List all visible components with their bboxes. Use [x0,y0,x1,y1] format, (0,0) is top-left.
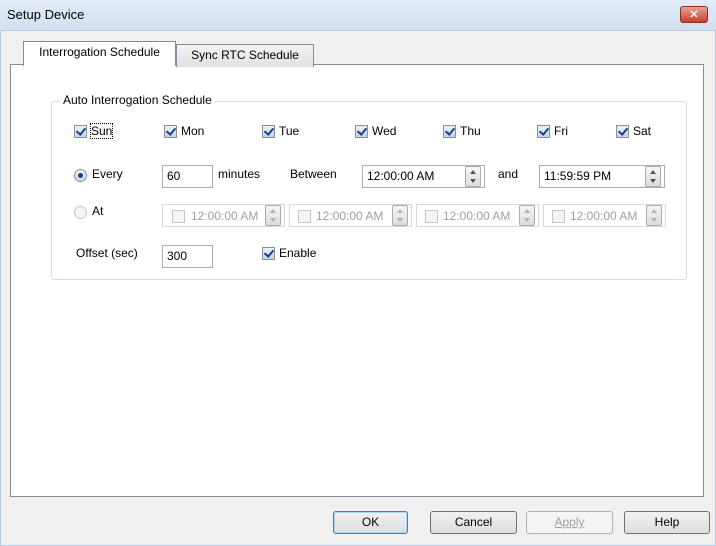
thu-checkbox[interactable] [443,125,456,138]
sun-checkbox[interactable] [74,125,87,138]
ok-button[interactable]: OK [333,511,408,534]
wed-checkbox[interactable] [355,125,368,138]
offset-label: Offset (sec) [76,246,138,260]
at-time-1-value: 12:00:00 AM [191,209,259,223]
interval-minutes-input[interactable]: 60 [162,165,213,188]
at-radio[interactable] [74,206,87,219]
at-time-1-checkbox[interactable] [172,210,185,223]
enable-checkbox[interactable] [262,247,275,260]
at-time-4-checkbox[interactable] [552,210,565,223]
every-radio[interactable] [74,169,87,182]
thu-label[interactable]: Thu [460,124,481,138]
tab-sync-rtc-schedule[interactable]: Sync RTC Schedule [176,44,314,67]
tue-label[interactable]: Tue [279,124,299,138]
at-time-3-checkbox[interactable] [425,210,438,223]
at-time-3-spinner[interactable] [519,205,535,226]
sat-checkbox[interactable] [616,125,629,138]
at-time-3-value: 12:00:00 AM [443,209,511,223]
start-time-spinner[interactable] [465,166,481,187]
title-bar: Setup Device ✕ [0,0,716,31]
window-title: Setup Device [7,7,85,22]
at-time-4-spinner[interactable] [646,205,662,226]
every-label[interactable]: Every [92,167,123,181]
cancel-button[interactable]: Cancel [430,511,517,534]
apply-label: Apply [554,515,585,529]
sun-label[interactable]: Sun [89,123,114,139]
enable-label[interactable]: Enable [279,246,316,260]
group-title: Auto Interrogation Schedule [60,93,215,107]
tue-checkbox[interactable] [262,125,275,138]
mon-checkbox[interactable] [164,125,177,138]
and-label: and [498,167,519,181]
at-time-1-spinner[interactable] [265,205,281,226]
help-button[interactable]: Help [624,511,710,534]
at-time-4-value: 12:00:00 AM [570,209,638,223]
at-time-2-value: 12:00:00 AM [316,209,384,223]
auto-interrogation-groupbox [51,101,687,280]
sat-label[interactable]: Sat [633,124,651,138]
wed-label[interactable]: Wed [372,124,396,138]
offset-input[interactable]: 300 [162,245,213,268]
minutes-label: minutes [218,167,261,181]
at-time-2-spinner[interactable] [392,205,408,226]
fri-checkbox[interactable] [537,125,550,138]
at-time-2-checkbox[interactable] [298,210,311,223]
end-time-spinner[interactable] [645,166,661,187]
apply-button[interactable]: Apply [526,511,613,534]
fri-label[interactable]: Fri [554,124,568,138]
mon-label[interactable]: Mon [181,124,204,138]
close-button[interactable]: ✕ [680,6,708,23]
at-label[interactable]: At [92,204,103,218]
tab-interrogation-schedule[interactable]: Interrogation Schedule [23,41,176,66]
between-label: Between [290,167,337,181]
